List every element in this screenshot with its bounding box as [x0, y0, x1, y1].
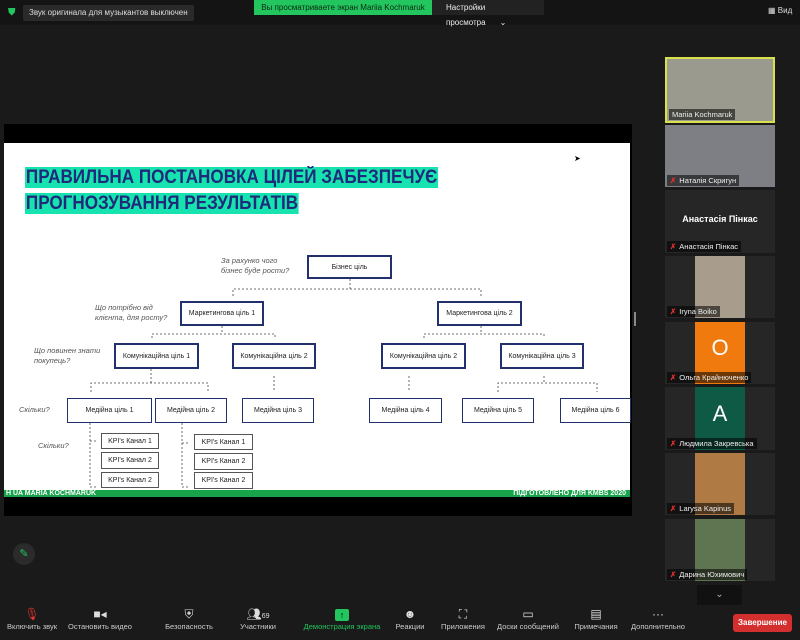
- video-label: Остановить видео: [68, 622, 132, 631]
- unmute-label: Включить звук: [6, 622, 58, 631]
- question-5: Скільки?: [38, 441, 69, 450]
- q2-line-a: Що потрібно від: [95, 303, 153, 312]
- participant-tile[interactable]: Анастасія Пінкас ✗ Анастасія Пінкас: [665, 190, 775, 253]
- q2-line-b: клієнта, для росту?: [95, 313, 168, 322]
- kpi-box: KPI's Канал 2: [194, 472, 253, 489]
- more-dots-icon: ···: [652, 607, 664, 621]
- participant-name: Людмила Закревська: [679, 439, 754, 448]
- participants-icon: 👥︎69: [246, 607, 270, 621]
- participant-tile[interactable]: O ✗ Ольга Крайнюченко: [665, 322, 775, 384]
- comm-goal-3-box: Комунікаційна ціль 3: [500, 343, 584, 369]
- participant-tile[interactable]: Mariia Kochmaruk: [665, 57, 775, 123]
- participant-tile[interactable]: ✗ Iryna Boiko: [665, 256, 775, 318]
- participant-label: ✗ Наталія Скригун: [667, 175, 740, 186]
- kpi-box: KPI's Канал 2: [101, 452, 159, 469]
- stop-video-button[interactable]: ■◂ Остановить видео: [60, 606, 140, 631]
- marketing-goal-1-box: Маркетингова ціль 1: [180, 301, 264, 326]
- footer-left: H UA MARIA KOCHMARUK: [6, 490, 97, 497]
- resize-handle[interactable]: [634, 312, 636, 326]
- annotate-pencil-icon[interactable]: ✎: [13, 543, 35, 565]
- footer-right: ПІДГОТОВЛЕНО ДЛЯ KMBS 2020: [513, 490, 626, 497]
- participant-label: ✗ Iryna Boiko: [667, 306, 720, 317]
- share-label: Демонстрация экрана: [303, 622, 381, 631]
- participant-name: Mariia Kochmaruk: [669, 109, 736, 120]
- end-meeting-button[interactable]: Завершение: [733, 614, 792, 632]
- scroll-down-chevron-icon[interactable]: ⌄: [697, 585, 742, 605]
- video-camera-icon: ■◂: [93, 607, 107, 621]
- participant-label: ✗ Анастасія Пінкас: [667, 241, 742, 252]
- muted-mic-icon: ✗: [670, 307, 677, 316]
- media-goal-6-box: Медійна ціль 6: [560, 398, 631, 423]
- media-goal-1-box: Медійна ціль 1: [67, 398, 152, 423]
- shield-icon: ⛨: [184, 607, 194, 621]
- more-button[interactable]: ··· Дополнительно: [618, 606, 698, 631]
- participants-button[interactable]: 👥︎69 Участники: [218, 606, 298, 631]
- kpi-box: KPI's Канал 1: [194, 434, 253, 450]
- question-4: Скільки?: [19, 405, 50, 414]
- participant-name: Наталія Скригун: [679, 176, 737, 185]
- more-label: Дополнительно: [631, 622, 685, 631]
- muted-mic-icon: ✗: [670, 439, 677, 448]
- media-goal-3-box: Медійна ціль 3: [242, 398, 314, 423]
- grid-icon: ▦: [768, 6, 778, 15]
- participant-tile[interactable]: A ✗ Людмила Закревська: [665, 387, 775, 450]
- kpi-box: KPI's Канал 2: [101, 472, 159, 488]
- media-goal-5-box: Медійна ціль 5: [462, 398, 534, 423]
- view-label: Вид: [777, 6, 793, 15]
- participant-name: Анастасія Пінкас: [679, 242, 739, 251]
- participant-name: Дарина Юхимович: [679, 570, 745, 579]
- participants-count: 69: [261, 613, 270, 620]
- apps-label: Приложения: [441, 622, 485, 631]
- q3-line-a: Що повинен знати: [34, 346, 101, 355]
- participant-display-name: Анастасія Пінкас: [682, 214, 758, 224]
- muted-mic-icon: ✗: [670, 570, 677, 579]
- marketing-goal-2-box: Маркетингова ціль 2: [437, 301, 522, 326]
- q1-line-a: За рахунко чого: [221, 256, 278, 265]
- participant-name: Larysa Kapinus: [679, 504, 731, 513]
- participants-label: Участники: [240, 622, 276, 631]
- whiteboards-label: Доски сообщений: [497, 622, 559, 631]
- q1-line-b: бізнес буде рости?: [221, 266, 290, 275]
- slide-footer: H UA MARIA KOCHMARUK ПІДГОТОВЛЕНО ДЛЯ KMB…: [4, 490, 630, 497]
- media-goal-4-box: Медійна ціль 4: [369, 398, 442, 423]
- participant-label: ✗ Людмила Закревська: [667, 438, 757, 449]
- muted-mic-icon: ✗: [670, 504, 677, 513]
- question-1: За рахунко чого бізнес буде рости?: [221, 256, 289, 276]
- comm-goal-1-box: Комунікаційна ціль 1: [114, 343, 199, 369]
- participant-tile[interactable]: ✗ Larysa Kapinus: [665, 453, 775, 515]
- comm-goal-2b-box: Комунікаційна ціль 2: [381, 343, 466, 369]
- view-button[interactable]: ▦ Вид: [768, 6, 792, 15]
- participant-tile[interactable]: ✗ Наталія Скригун: [665, 125, 775, 187]
- muted-mic-icon: ✗: [670, 176, 677, 185]
- participant-label: ✗ Дарина Юхимович: [667, 569, 748, 580]
- business-goal-box: Бізнес ціль: [307, 255, 392, 279]
- muted-mic-icon: ✗: [670, 242, 677, 251]
- notes-label: Примечания: [574, 622, 618, 631]
- muted-mic-icon: ✗: [670, 373, 677, 382]
- media-goal-2-box: Медійна ціль 2: [155, 398, 227, 423]
- question-3: Що повинен знати покупець?: [34, 346, 100, 366]
- participant-name: Iryna Boiko: [679, 307, 717, 316]
- question-2: Що потрібно від клієнта, для росту?: [95, 303, 167, 323]
- participant-label: ✗ Ольга Крайнюченко: [667, 372, 752, 383]
- security-button[interactable]: ⛨ Безопасность: [149, 606, 229, 631]
- kpi-box: KPI's Канал 2: [194, 453, 253, 470]
- q3-line-b: покупець?: [34, 356, 71, 365]
- reactions-label: Реакции: [395, 622, 425, 631]
- participant-tile[interactable]: ✗ Дарина Юхимович: [665, 519, 775, 581]
- kpi-box: KPI's Канал 1: [101, 433, 159, 449]
- comm-goal-2-box: Комунікаційна ціль 2: [232, 343, 316, 369]
- participant-label: ✗ Larysa Kapinus: [667, 503, 734, 514]
- connector-lines: [89, 279, 598, 488]
- participant-name: Ольга Крайнюченко: [679, 373, 749, 382]
- security-label: Безопасность: [165, 622, 213, 631]
